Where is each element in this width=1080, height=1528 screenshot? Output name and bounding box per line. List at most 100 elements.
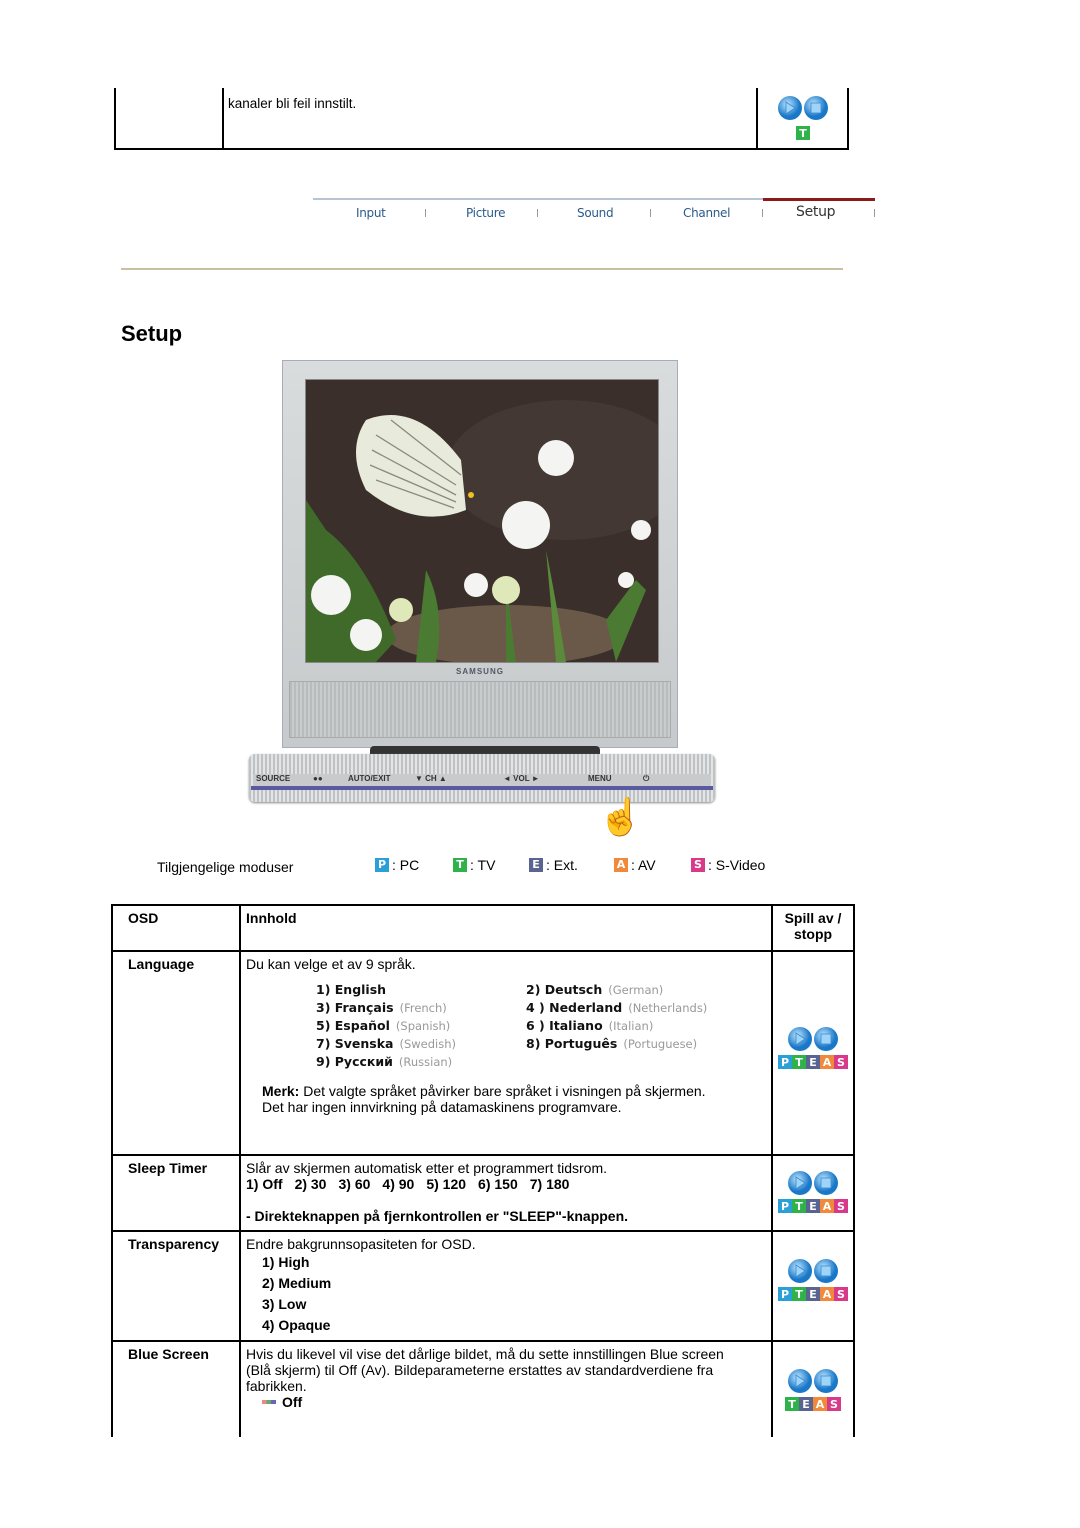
language-name: 1) English <box>316 982 387 997</box>
language-name: 4 ) Nederland <box>526 1000 623 1015</box>
svg-text:T: T <box>795 1056 803 1069</box>
language-list: 1) English 2) Deutsch (German) 3) Français(… <box>316 982 766 1069</box>
language-option: 2) Deutsch (German) <box>526 982 726 997</box>
svg-text:P: P <box>781 1056 789 1069</box>
row-content: Endre bakgrunnsopasiteten for OSD. 1) Hi… <box>239 1230 773 1342</box>
language-name: 8) Português <box>526 1036 618 1051</box>
language-english-name: (Portuguese) <box>623 1037 698 1051</box>
sleep-option: 4) 90 <box>382 1176 415 1192</box>
mode-label: : PC <box>392 857 420 873</box>
language-option: 1) English <box>316 982 526 997</box>
svg-text:P: P <box>781 1200 789 1213</box>
language-english-name: (Spanish) <box>395 1019 451 1033</box>
play-stop-icon-graphic: PTEAS <box>778 1171 848 1213</box>
row-content: Hvis du likevel vil vise det dårlige bil… <box>239 1340 773 1437</box>
menu-button-label[interactable]: MENU <box>588 774 612 783</box>
row-content: Du kan velge et av 9 språk. 1) English 2)… <box>239 950 773 1156</box>
play-stop-icon-graphic: PTEAS <box>778 1259 848 1301</box>
pip-icon[interactable]: ●● <box>313 774 323 783</box>
play-stop-cell: PTEAS <box>771 1154 855 1232</box>
power-icon[interactable]: ⏻ <box>643 774 649 784</box>
tab-sound[interactable]: Sound <box>577 206 614 220</box>
bullet-icon <box>262 1400 276 1404</box>
transparency-options: 1) High 2) Medium 3) Low 4) Opaque <box>246 1252 766 1336</box>
svg-text:E: E <box>809 1056 817 1069</box>
language-english-name: (Netherlands) <box>628 1001 708 1015</box>
osd-name: Sleep Timer <box>111 1154 241 1232</box>
svg-text:S: S <box>837 1056 845 1069</box>
language-name: 3) Français <box>316 1000 394 1015</box>
play-stop-icon[interactable]: TEAS <box>785 1368 841 1415</box>
av-mode-badge: A <box>614 858 628 872</box>
svg-text:A: A <box>823 1056 832 1069</box>
pointing-hand-icon: ☝ <box>598 796 643 837</box>
column-divider <box>222 88 224 148</box>
table-row-blue-screen: Blue Screen Hvis du likevel vil vise det… <box>111 1340 855 1437</box>
language-english-name: (Swedish) <box>399 1037 457 1051</box>
tab-picture[interactable]: Picture <box>466 206 505 220</box>
mode-svideo: S : S-Video <box>691 857 765 873</box>
value-text: Off <box>282 1394 303 1410</box>
svg-text:S: S <box>830 1398 838 1411</box>
tab-setup[interactable]: Setup <box>796 204 836 220</box>
sleep-options: 1) Off 2) 30 3) 60 4) 90 5) 120 6) 150 7) 180 <box>246 1176 766 1192</box>
volume-buttons-label[interactable]: ◄ VOL ► <box>503 774 540 783</box>
svg-text:A: A <box>816 1398 825 1411</box>
language-note-2: Det har ingen innvirkning på datamaskine… <box>262 1099 622 1115</box>
play-stop-icon[interactable]: PTEAS <box>778 1170 848 1217</box>
svg-text:S: S <box>837 1288 845 1301</box>
previous-row-text: kanaler bli feil innstilt. <box>228 96 357 111</box>
previous-table-fragment: kanaler bli feil innstilt. T <box>114 88 849 150</box>
language-english-name: (French) <box>399 1001 447 1015</box>
mode-label: : TV <box>470 857 496 873</box>
source-button-label[interactable]: SOURCE <box>256 774 290 783</box>
nav-active-indicator <box>763 198 875 201</box>
control-rail <box>251 786 713 790</box>
monitor-brand-logo: SAMSUNG <box>456 667 504 676</box>
svg-text:E: E <box>809 1288 817 1301</box>
play-stop-cell: PTEAS <box>771 1230 855 1342</box>
auto-exit-button-label[interactable]: AUTO/EXIT <box>348 774 391 783</box>
header-osd: OSD <box>111 904 241 952</box>
header-play-stop: Spill av / stopp <box>771 904 855 952</box>
tab-channel[interactable]: Channel <box>683 206 730 220</box>
svg-text:T: T <box>799 127 807 140</box>
play-stop-icon[interactable]: PTEAS <box>778 1258 848 1305</box>
sleep-option: 1) Off <box>246 1176 283 1192</box>
row-intro: Endre bakgrunnsopasiteten for OSD. <box>246 1236 476 1252</box>
mode-tv: T : TV <box>453 857 495 873</box>
osd-name: Blue Screen <box>111 1340 241 1437</box>
row-content: Slår av skjermen automatisk etter et pro… <box>239 1154 773 1232</box>
language-name: 7) Svenska <box>316 1036 394 1051</box>
language-option: 8) Português (Portuguese) <box>526 1036 726 1051</box>
language-option: 7) Svenska (Swedish) <box>316 1036 526 1051</box>
language-option: 6 ) Italiano (Italian) <box>526 1018 726 1033</box>
play-stop-icon: T <box>778 96 828 140</box>
mode-label: : S-Video <box>708 857 766 873</box>
channel-buttons-label[interactable]: ▼ CH ▲ <box>415 774 447 783</box>
language-english-name: (Russian) <box>398 1055 453 1069</box>
tab-input[interactable]: Input <box>356 206 386 220</box>
language-english-name: (German) <box>608 983 664 997</box>
sleep-option: 2) 30 <box>294 1176 327 1192</box>
svg-text:T: T <box>788 1398 796 1411</box>
note-text: Det valgte språket påvirker bare språket… <box>299 1083 706 1099</box>
language-name: 9) Русский <box>316 1054 393 1069</box>
section-divider <box>121 268 843 270</box>
monitor-screen-image <box>305 379 659 663</box>
sleep-option: 6) 150 <box>478 1176 518 1192</box>
mode-pc: P : PC <box>375 857 419 873</box>
svideo-mode-badge: S <box>691 858 705 872</box>
play-stop-icon[interactable]: PTEAS <box>778 1026 848 1073</box>
transparency-option: 2) Medium <box>262 1275 332 1291</box>
sleep-option: 5) 120 <box>426 1176 467 1192</box>
monitor-control-panel: SOURCE ●● AUTO/EXIT ▼ CH ▲ ◄ VOL ► MENU … <box>249 754 715 802</box>
column-divider <box>756 88 758 148</box>
monitor-speaker-grille <box>289 681 671 738</box>
nav-separator <box>537 209 538 217</box>
language-note: Merk: Det valgte språket påvirker bare s… <box>262 1083 766 1099</box>
header-content: Innhold <box>239 904 773 952</box>
play-stop-cell: PTEAS <box>771 950 855 1156</box>
monitor-stand <box>370 746 600 754</box>
play-stop-icon-group[interactable]: T <box>776 94 836 147</box>
